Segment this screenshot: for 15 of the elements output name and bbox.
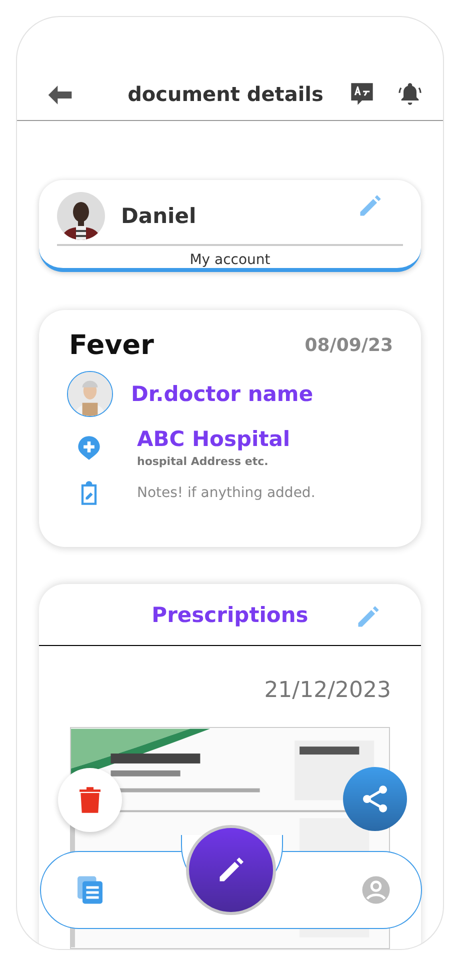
notes-text: Notes! if anything added. — [137, 485, 316, 501]
page-title: document details — [126, 82, 324, 106]
visit-date: 08/09/23 — [304, 335, 393, 356]
documents-icon[interactable] — [75, 875, 105, 905]
prescription-date: 21/12/2023 — [264, 678, 391, 703]
section-title: Prescriptions — [152, 602, 308, 626]
doctor-name[interactable]: Dr.doctor name — [131, 382, 314, 406]
user-name: Daniel — [121, 204, 198, 228]
hospital-name[interactable]: ABC Hospital — [137, 427, 290, 451]
bell-icon[interactable] — [397, 81, 423, 107]
translate-icon[interactable] — [349, 81, 375, 107]
account-link[interactable]: My account — [190, 252, 270, 268]
map-pin-plus-icon — [76, 434, 102, 460]
visit-title: Fever — [69, 330, 154, 361]
hospital-address: hospital Address etc. — [137, 455, 270, 468]
